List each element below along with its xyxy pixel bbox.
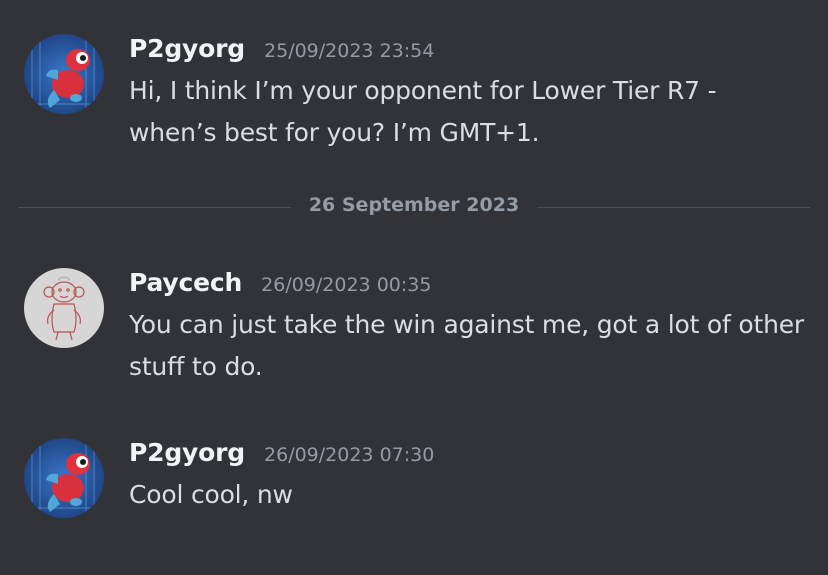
chat-log: P2gyorg 25/09/2023 23:54 Hi, I think I’m… bbox=[0, 0, 828, 575]
message-header: P2gyorg 26/09/2023 07:30 bbox=[129, 438, 434, 467]
message-item: P2gyorg 25/09/2023 23:54 Hi, I think I’m… bbox=[0, 34, 828, 164]
username[interactable]: P2gyorg bbox=[129, 34, 245, 63]
user-avatar[interactable] bbox=[24, 34, 104, 114]
monkey-sketch-avatar-icon bbox=[24, 268, 104, 348]
user-avatar[interactable] bbox=[24, 268, 104, 348]
user-avatar[interactable] bbox=[24, 438, 104, 518]
date-divider-label: 26 September 2023 bbox=[290, 194, 538, 216]
username[interactable]: P2gyorg bbox=[129, 438, 245, 467]
message-item: Paycech 26/09/2023 00:35 You can just ta… bbox=[0, 268, 828, 398]
message-item: P2gyorg 26/09/2023 07:30 Cool cool, nw bbox=[0, 438, 828, 528]
message-text: Hi, I think I’m your opponent for Lower … bbox=[129, 76, 717, 147]
porygon2-avatar-icon bbox=[24, 34, 104, 114]
date-divider: 26 September 2023 bbox=[0, 194, 828, 216]
message-text: Cool cool, nw bbox=[129, 480, 293, 509]
porygon2-avatar-icon bbox=[24, 438, 104, 518]
timestamp: 25/09/2023 23:54 bbox=[264, 40, 435, 62]
timestamp: 26/09/2023 00:35 bbox=[261, 274, 432, 296]
username[interactable]: Paycech bbox=[129, 268, 242, 297]
message-text: You can just take the win against me, go… bbox=[129, 310, 804, 381]
message-header: Paycech 26/09/2023 00:35 bbox=[129, 268, 431, 297]
timestamp: 26/09/2023 07:30 bbox=[264, 444, 435, 466]
message-header: P2gyorg 25/09/2023 23:54 bbox=[129, 34, 434, 63]
